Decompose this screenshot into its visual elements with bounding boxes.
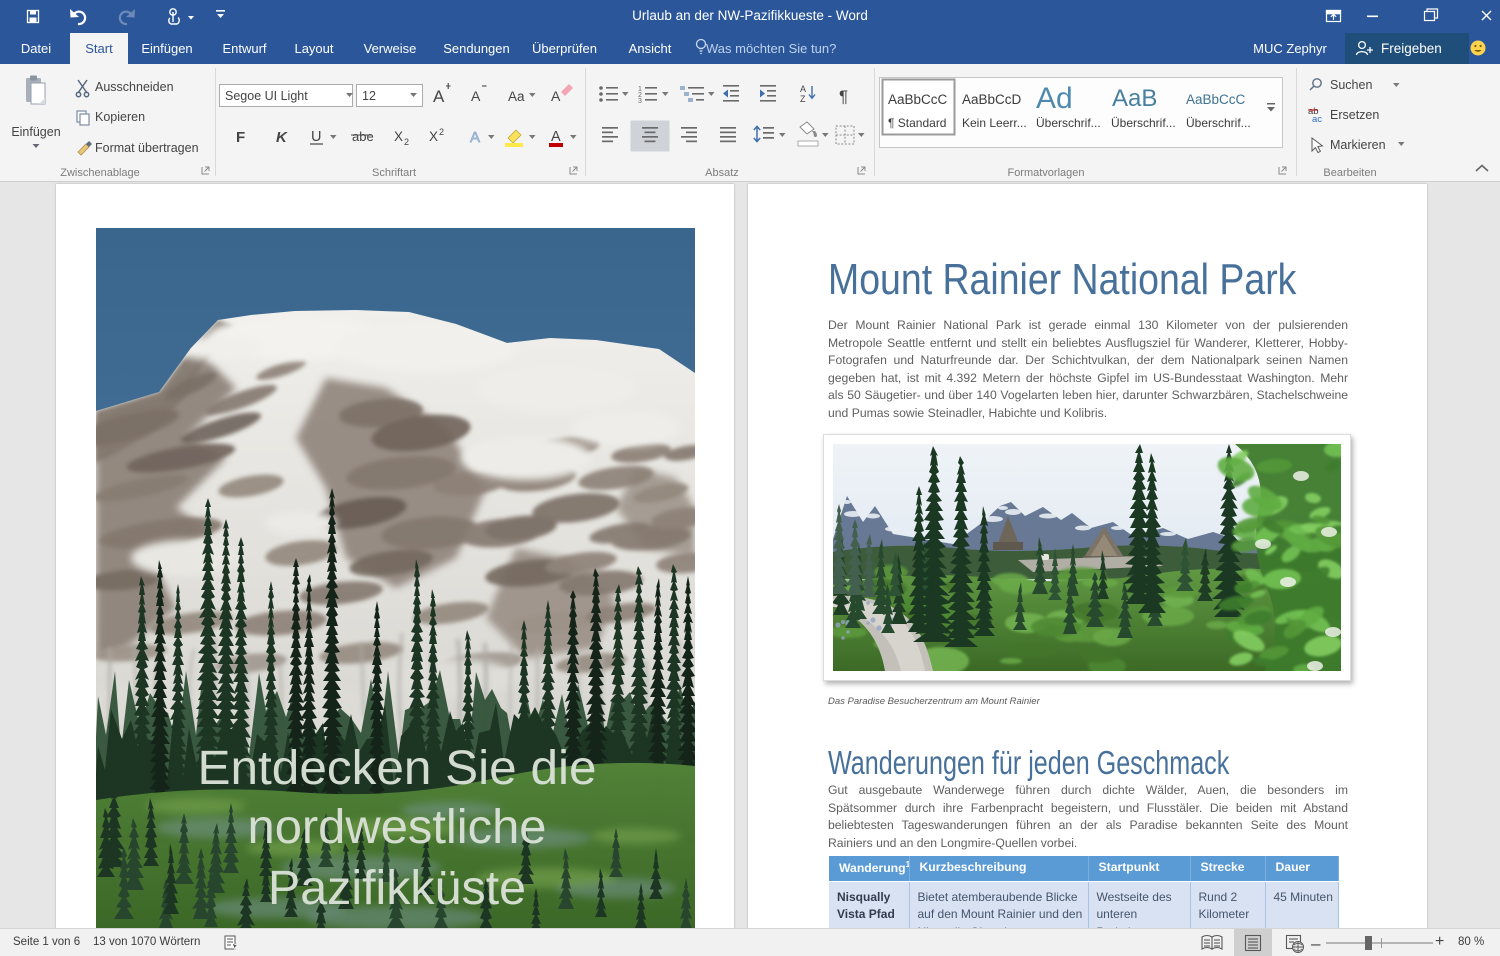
svg-text:¶ Standard: ¶ Standard bbox=[888, 116, 946, 130]
svg-text:Aa: Aa bbox=[508, 89, 525, 104]
svg-text:A: A bbox=[551, 88, 561, 104]
svg-text:A: A bbox=[470, 129, 480, 146]
svg-text:X: X bbox=[429, 129, 438, 144]
svg-text:Überschrif...: Überschrif... bbox=[1036, 116, 1101, 130]
svg-text:Entdecken Sie die: Entdecken Sie die bbox=[198, 742, 597, 795]
svg-text:abe: abe bbox=[352, 129, 374, 144]
svg-text:¶: ¶ bbox=[839, 87, 848, 106]
svg-text:Pazifikküste: Pazifikküste bbox=[268, 862, 526, 915]
svg-text:nordwestliche: nordwestliche bbox=[248, 801, 547, 854]
svg-text:12: 12 bbox=[362, 89, 376, 103]
svg-text:Segoe UI Light: Segoe UI Light bbox=[225, 89, 308, 103]
svg-text:A: A bbox=[433, 87, 445, 106]
svg-text:Überschrif...: Überschrif... bbox=[1186, 116, 1251, 130]
svg-text:Formatvorlagen: Formatvorlagen bbox=[1007, 167, 1084, 179]
svg-text:Z: Z bbox=[800, 94, 806, 104]
svg-text:AaBbCcC: AaBbCcC bbox=[888, 92, 948, 107]
svg-text:AaB: AaB bbox=[1112, 85, 1157, 112]
svg-text:AaBbCcD: AaBbCcD bbox=[962, 92, 1022, 107]
svg-text:U: U bbox=[311, 129, 321, 145]
svg-text:F: F bbox=[236, 129, 245, 146]
svg-text:Überschrif...: Überschrif... bbox=[1111, 116, 1176, 130]
svg-text:X: X bbox=[394, 129, 403, 144]
svg-text:A: A bbox=[471, 88, 481, 104]
svg-text:Schriftart: Schriftart bbox=[372, 167, 416, 179]
svg-text:Zwischenablage: Zwischenablage bbox=[60, 167, 140, 179]
svg-text:Ersetzen: Ersetzen bbox=[1330, 108, 1379, 122]
svg-text:Suchen: Suchen bbox=[1330, 78, 1372, 92]
svg-text:2: 2 bbox=[439, 127, 444, 137]
svg-text:3: 3 bbox=[638, 98, 642, 105]
svg-text:Freigeben: Freigeben bbox=[1381, 41, 1442, 56]
svg-text:ac: ac bbox=[1312, 114, 1322, 125]
svg-text:Kopieren: Kopieren bbox=[95, 110, 145, 124]
svg-text:Format übertragen: Format übertragen bbox=[95, 141, 199, 155]
svg-text:A: A bbox=[800, 84, 806, 94]
svg-text:A: A bbox=[551, 129, 561, 145]
svg-text:Kein Leerr...: Kein Leerr... bbox=[962, 116, 1027, 130]
svg-text:Absatz: Absatz bbox=[705, 167, 739, 179]
svg-text:Markieren: Markieren bbox=[1330, 138, 1386, 152]
svg-text:Ausschneiden: Ausschneiden bbox=[95, 80, 174, 94]
svg-text:Einfügen: Einfügen bbox=[11, 125, 60, 139]
svg-text:2: 2 bbox=[404, 137, 409, 147]
svg-text:K: K bbox=[276, 129, 288, 146]
svg-text:Ad: Ad bbox=[1036, 82, 1073, 115]
svg-text:Bearbeiten: Bearbeiten bbox=[1323, 167, 1376, 179]
svg-text:AaBbCcC: AaBbCcC bbox=[1186, 92, 1246, 107]
